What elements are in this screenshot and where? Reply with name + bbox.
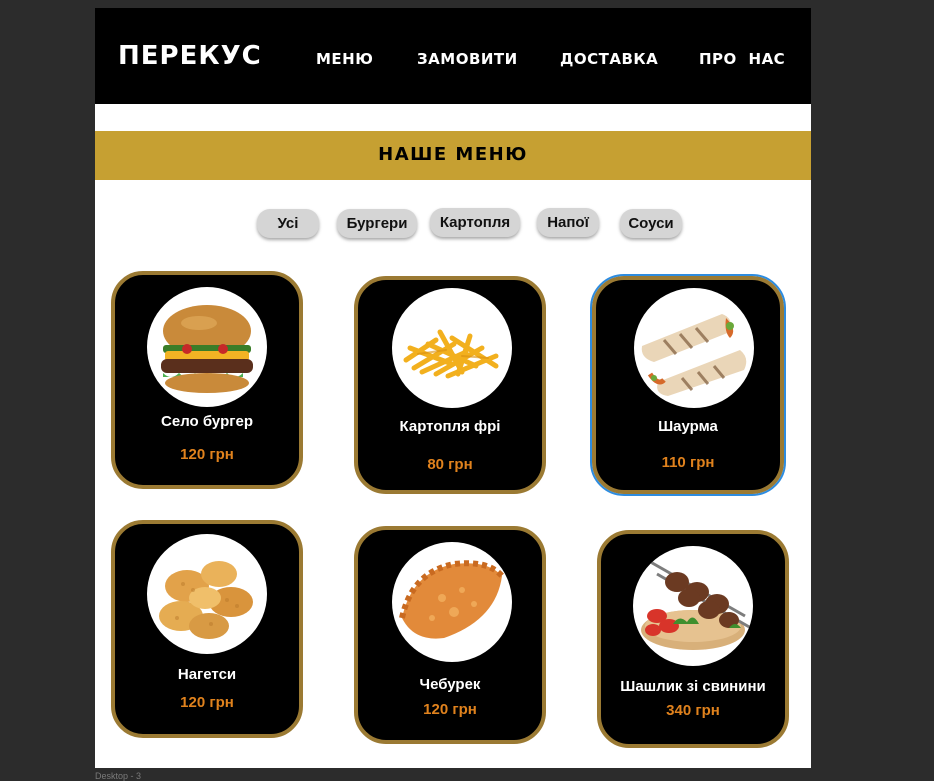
menu-banner: НАШЕ МЕНЮ <box>95 131 811 180</box>
shashlik-image <box>633 546 753 666</box>
item-name: Шашлик зі свинини <box>620 678 766 695</box>
item-name: Село бургер <box>161 413 253 430</box>
menu-card-burger[interactable]: Село бургер 120 грн <box>111 271 303 489</box>
filter-sauces[interactable]: Соуси <box>620 209 682 238</box>
burger-image <box>147 287 267 407</box>
item-price: 110 грн <box>661 454 715 471</box>
filter-all[interactable]: Усі <box>257 209 319 238</box>
chebureki-image <box>392 542 512 662</box>
frame-label: Desktop - 3 <box>95 771 142 781</box>
nav-about[interactable]: ПРО НАС <box>699 50 785 68</box>
nav-order[interactable]: ЗАМОВИТИ <box>417 50 518 68</box>
item-name: Картопля фрі <box>399 418 501 435</box>
menu-card-shawarma[interactable]: Шаурма 110 грн <box>590 274 786 496</box>
item-name: Чебурек <box>419 676 481 693</box>
header-bar: ПЕРЕКУС МЕНЮ ЗАМОВИТИ ДОСТАВКА ПРО НАС <box>95 8 811 104</box>
item-name: Шаурма <box>658 418 718 435</box>
site-logo[interactable]: ПЕРЕКУС <box>118 41 262 71</box>
menu-card-chebureki[interactable]: Чебурек 120 грн <box>354 526 546 744</box>
filter-fries[interactable]: Картопля <box>430 208 520 237</box>
item-price: 120 грн <box>180 694 234 711</box>
item-price: 340 грн <box>666 702 720 719</box>
menu-card-nuggets[interactable]: Нагетси 120 грн <box>111 520 303 738</box>
menu-card-shashlik[interactable]: Шашлик зі свинини 340 грн <box>597 530 789 748</box>
menu-title: НАШЕ МЕНЮ <box>378 144 528 165</box>
item-price: 120 грн <box>423 701 477 718</box>
shawarma-image <box>634 288 754 408</box>
item-name: Нагетси <box>177 666 237 683</box>
filter-burgers[interactable]: Бургери <box>337 209 417 238</box>
fries-image <box>392 288 512 408</box>
item-price: 120 грн <box>180 446 234 463</box>
nav-delivery[interactable]: ДОСТАВКА <box>560 50 658 68</box>
filter-drinks[interactable]: Напої <box>537 208 599 237</box>
item-price: 80 грн <box>427 456 473 473</box>
nuggets-image <box>147 534 267 654</box>
menu-card-fries[interactable]: Картопля фрі 80 грн <box>354 276 546 494</box>
page-frame: ПЕРЕКУС МЕНЮ ЗАМОВИТИ ДОСТАВКА ПРО НАС Н… <box>95 8 811 768</box>
nav-menu[interactable]: МЕНЮ <box>316 50 373 68</box>
